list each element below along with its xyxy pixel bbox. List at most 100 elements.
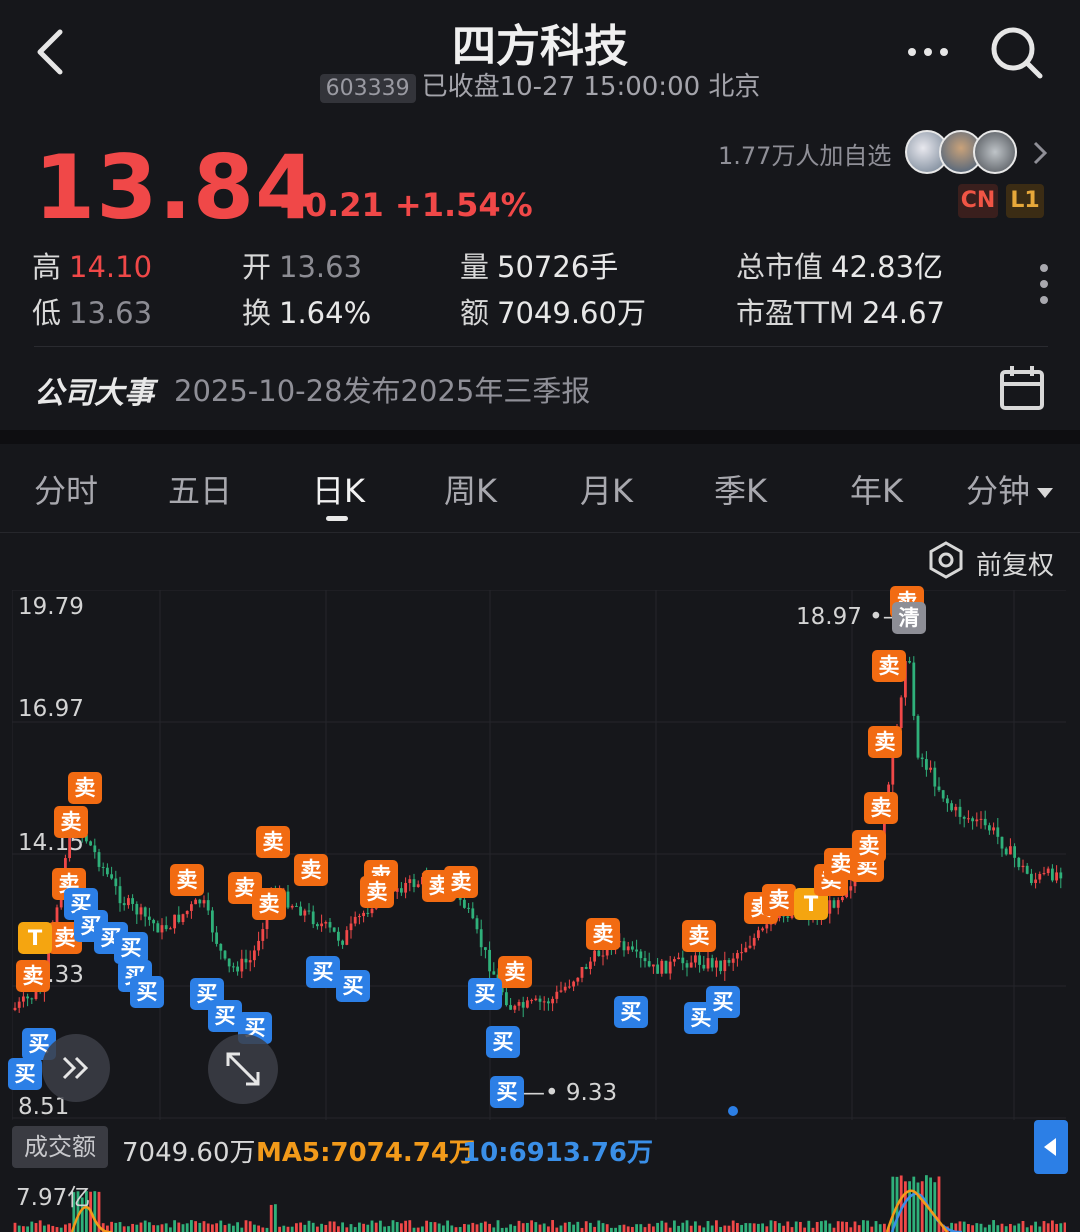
buy-signal-tag[interactable]: 买 xyxy=(130,976,164,1008)
sell-signal-tag[interactable]: 卖 xyxy=(256,826,290,858)
t-signal-tag[interactable]: T xyxy=(18,922,52,954)
volume-bar xyxy=(227,1223,231,1232)
sell-signal-tag[interactable]: 卖 xyxy=(444,866,478,898)
volume-bar xyxy=(689,1225,693,1232)
calendar-icon[interactable] xyxy=(998,364,1048,412)
volume-bar xyxy=(110,1221,113,1232)
tab-monthly-k[interactable]: 月K xyxy=(580,466,633,512)
event-dot-marker[interactable] xyxy=(728,1106,738,1116)
sell-signal-tag[interactable]: 卖 xyxy=(16,960,50,992)
volume-bar xyxy=(51,1225,55,1232)
divider xyxy=(0,532,1080,533)
candle-body xyxy=(185,910,189,915)
candle-body xyxy=(715,960,718,968)
vertical-more-icon[interactable] xyxy=(1034,262,1054,308)
volume-bar xyxy=(904,1181,907,1232)
sell-signal-tag[interactable]: 卖 xyxy=(852,830,886,862)
fast-forward-icon xyxy=(62,1056,89,1080)
buy-signal-tag[interactable]: 买 xyxy=(706,986,740,1018)
tab-weekly-k[interactable]: 周K xyxy=(444,466,497,512)
sell-signal-tag[interactable]: 卖 xyxy=(864,792,898,824)
sell-signal-tag[interactable]: 卖 xyxy=(682,920,716,952)
buy-signal-tag[interactable]: 买 xyxy=(208,1000,242,1032)
volume-bar xyxy=(929,1177,932,1232)
tab-quarterly-k[interactable]: 季K xyxy=(714,466,767,512)
candle-body xyxy=(941,790,945,799)
tab-minute[interactable]: 分钟 xyxy=(966,466,1056,512)
buy-signal-tag[interactable]: 买 xyxy=(8,1058,42,1090)
volume-bar xyxy=(635,1224,638,1232)
candle-body xyxy=(954,806,958,811)
sell-signal-tag[interactable]: 卖 xyxy=(586,918,620,950)
volume-indicator-label[interactable]: 成交额 xyxy=(12,1126,108,1168)
sell-signal-tag[interactable]: 卖 xyxy=(294,854,328,886)
candle-body xyxy=(135,903,139,915)
volume-bar xyxy=(202,1221,206,1232)
volume-bar xyxy=(1063,1222,1066,1232)
volume-bar xyxy=(744,1223,748,1232)
candle-body xyxy=(152,919,155,924)
volume-bar xyxy=(471,1222,475,1232)
candle-body xyxy=(1051,868,1054,881)
candlestick-chart[interactable] xyxy=(12,590,1066,1120)
more-icon[interactable] xyxy=(905,30,951,70)
sell-signal-tag[interactable]: 卖 xyxy=(170,864,204,896)
buy-signal-tag[interactable]: 买 xyxy=(306,956,340,988)
volume-bar xyxy=(425,1220,428,1232)
event-text[interactable]: 2025-10-28发布2025年三季报 xyxy=(174,368,590,410)
fast-forward-button[interactable] xyxy=(42,1034,110,1102)
sell-signal-tag[interactable]: 卖 xyxy=(252,888,286,920)
volume-bar xyxy=(757,1223,760,1232)
sell-signal-tag[interactable]: 卖 xyxy=(360,876,394,908)
sell-signal-tag[interactable]: 卖 xyxy=(868,726,902,758)
volume-bar xyxy=(572,1224,575,1232)
candle-body xyxy=(568,986,571,988)
buy-signal-tag[interactable]: 买 xyxy=(614,996,648,1028)
l1-badge[interactable]: L1 xyxy=(1006,184,1044,218)
panel-toggle-button[interactable] xyxy=(1034,1120,1068,1174)
volume-bar xyxy=(576,1221,580,1232)
cn-badge[interactable]: CN xyxy=(958,184,998,218)
candle-body xyxy=(727,960,731,963)
tab-five-day[interactable]: 五日 xyxy=(168,466,232,512)
candle-body xyxy=(593,950,596,962)
search-icon[interactable] xyxy=(988,22,1044,82)
sell-signal-tag[interactable]: 卖 xyxy=(68,772,102,804)
buy-signal-tag[interactable]: 买 xyxy=(468,978,502,1010)
volume-bar xyxy=(253,1224,256,1232)
candle-body xyxy=(509,1005,512,1010)
expand-button[interactable] xyxy=(208,1034,278,1104)
candle-body xyxy=(950,803,953,811)
sell-signal-tag[interactable]: 卖 xyxy=(498,956,532,988)
tab-yearly-k[interactable]: 年K xyxy=(850,466,903,512)
section-separator xyxy=(0,430,1080,444)
sell-signal-tag[interactable]: 卖 xyxy=(872,650,906,682)
candle-body xyxy=(677,957,680,960)
sell-signal-tag[interactable]: 卖 xyxy=(762,884,796,916)
candle-body xyxy=(127,898,130,906)
buy-signal-tag[interactable]: 买 xyxy=(336,970,370,1002)
candle-body xyxy=(668,961,672,974)
volume-bar xyxy=(563,1222,567,1232)
candle-body xyxy=(572,981,575,987)
volume-bar xyxy=(899,1175,903,1232)
buy-signal-tag[interactable]: 买 xyxy=(486,1026,520,1058)
follower-avatars[interactable] xyxy=(905,130,1020,174)
sell-signal-tag[interactable]: 卖 xyxy=(54,806,88,838)
candle-body xyxy=(962,816,966,819)
stat-open: 开 13.63 xyxy=(242,250,363,284)
volume-bar xyxy=(190,1220,193,1232)
buy-signal-tag[interactable]: 买 xyxy=(490,1076,524,1108)
volume-bar xyxy=(467,1224,470,1232)
tab-daily-k[interactable]: 日K xyxy=(312,466,365,512)
tab-intraday[interactable]: 分时 xyxy=(34,466,98,512)
chevron-right-icon[interactable] xyxy=(1030,140,1050,166)
candle-body xyxy=(639,951,643,959)
volume-bar xyxy=(1000,1223,1004,1232)
adjust-mode-label[interactable]: 前复权 xyxy=(976,545,1054,582)
settings-hex-icon[interactable] xyxy=(926,540,966,580)
clear-signal-tag[interactable]: 清 xyxy=(892,602,926,634)
volume-bar xyxy=(324,1224,328,1232)
followers-count[interactable]: 1.77万人加自选 xyxy=(718,136,891,171)
volume-bar xyxy=(639,1224,643,1232)
